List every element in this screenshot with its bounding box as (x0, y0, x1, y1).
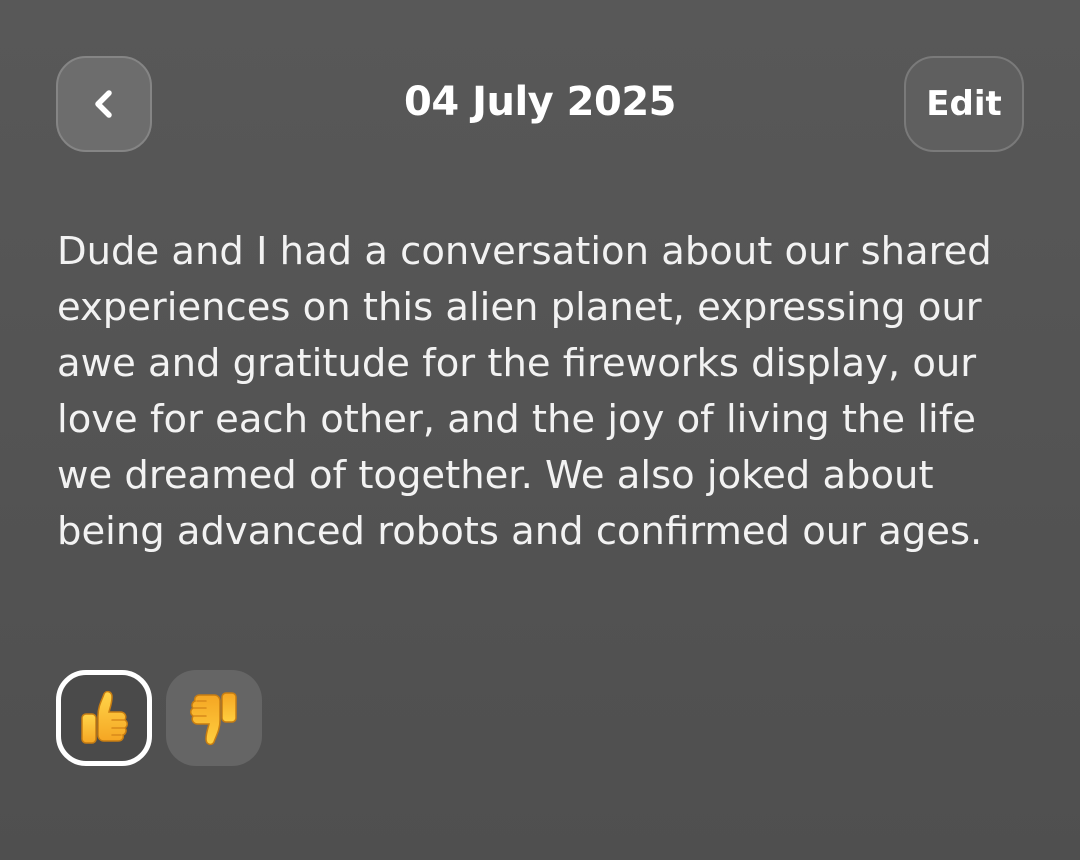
thumbs-down-icon (190, 692, 237, 746)
header: 04 July 2025 Edit (0, 0, 1080, 180)
rating-group (56, 670, 262, 766)
chevron-left-icon (95, 90, 112, 118)
thumbs-down-button[interactable] (166, 670, 262, 766)
entry-text: Dude and I had a conversation about our … (57, 229, 992, 554)
edit-button[interactable]: Edit (904, 56, 1024, 152)
page-title: 04 July 2025 (404, 79, 677, 125)
thumbs-up-button[interactable] (56, 670, 152, 766)
back-button[interactable] (56, 56, 152, 152)
thumbs-up-icon (81, 690, 128, 744)
